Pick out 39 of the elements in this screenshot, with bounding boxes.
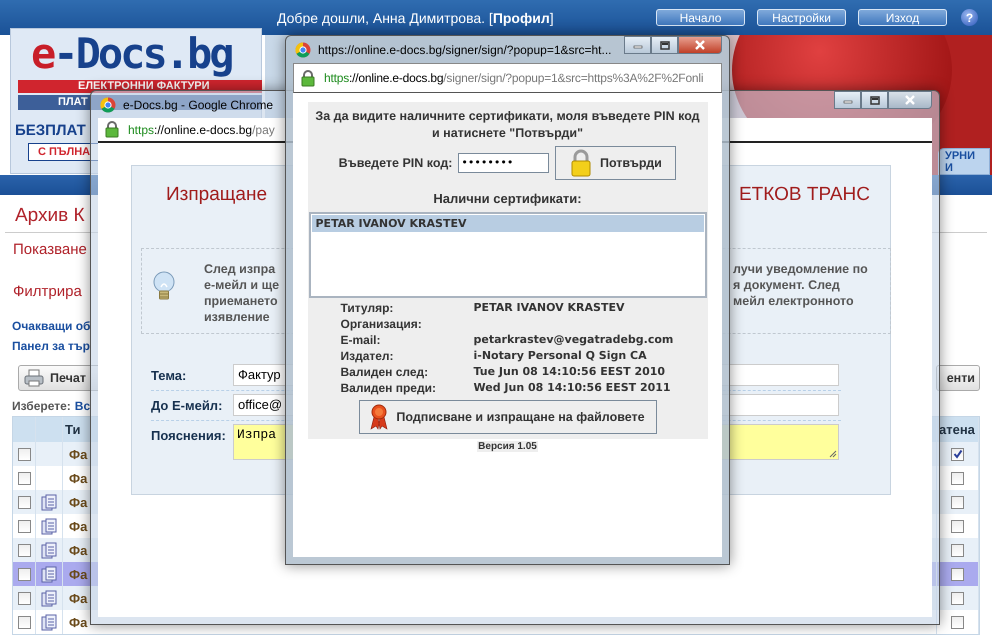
detail-value: Tue Jun 08 14:10:56 EEST 2010 [474,364,666,380]
logo-band: ЕЛЕКТРОННИ ФАКТУРИ [18,80,262,93]
detail-label: Организация: [340,316,423,332]
notice-text: След изпра [204,261,276,277]
field-label: Пояснения: [151,427,227,443]
list-title: Налични сертификати: [433,191,582,206]
window-title: https://online.e-docs.bg/signer/sign/?popup=1&src=ht... [318,42,612,56]
window-title: e-Docs.bg - Google Chrome [123,98,274,112]
version-text: Версия 1.05 [477,441,538,452]
address-url: https://online.e-docs.bg/pay [128,122,275,136]
field-label: До Е-мейл: [151,397,224,413]
form-heading: ЕТКОВ ТРАНС [739,183,870,207]
form-heading: Изпращане [166,183,268,207]
notice-text: приемането [204,293,278,309]
notice-text: е-мейл и ще [204,277,280,293]
address-url: https://online.e-docs.bg/signer/sign/?popup=1&src=https%3A%2F%2Fonli [324,71,704,85]
pin-label: Въведете PIN код: [338,156,452,170]
detail-label: Издател: [340,348,395,364]
detail-value: Wed Jun 08 14:10:56 EEST 2011 [474,380,672,396]
page-title: Архив К [15,204,85,228]
notice-text: мейл електронното [733,293,854,309]
notice-text: изявление [204,309,270,325]
section-heading: Филтрира [13,283,82,301]
field-label: Тема: [151,367,188,383]
detail-value: petarkrastev@vegatradebg.com [474,332,674,348]
detail-label: E-mail: [340,332,382,348]
logo-text: e-Docs.bg [31,29,233,79]
notice-text: лучи уведомление по [733,261,868,277]
detail-value: PETAR IVANOV KRASTEV [474,300,626,316]
logo-tagline: БЕЗПЛАТ [15,122,86,139]
welcome-text: Добре дошли, Анна Димитрова. [Профил] [277,10,554,26]
detail-label: Титуляр: [340,300,394,316]
detail-value: i-Notary Personal Q Sign CA [474,348,648,364]
notice-text: я документ. След [733,277,840,293]
instruction-text: За да видите наличните сертификати, моля въведете PIN код и натиснете "Потвърди" [314,108,701,142]
select-label: Изберете: [12,399,71,413]
detail-label: Валиден преди: [340,380,437,396]
section-heading: Показване [13,241,87,259]
detail-label: Валиден след: [340,364,430,380]
